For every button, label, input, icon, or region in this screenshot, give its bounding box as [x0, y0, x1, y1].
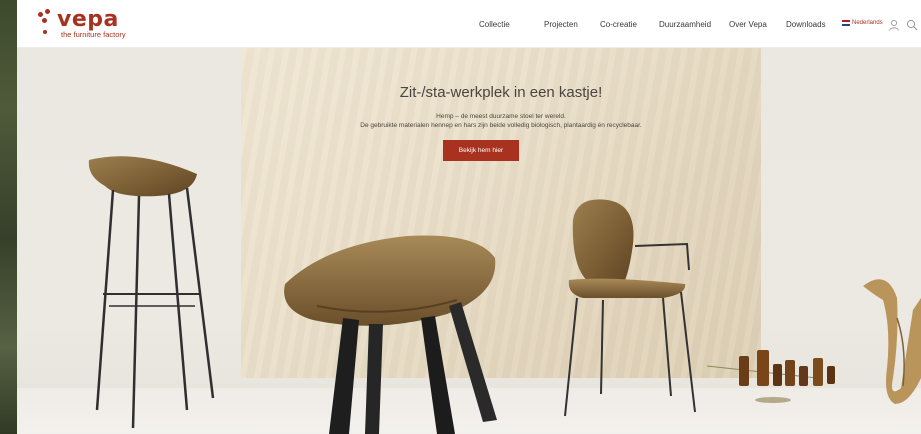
- hero-subtitle-line1: Hemp – de meest duurzame stoel ter werel…: [436, 113, 566, 120]
- netherlands-flag-icon: [842, 20, 850, 26]
- user-icon[interactable]: [888, 18, 900, 31]
- armchair-right: [564, 199, 696, 417]
- hero-furniture-photo: [88, 156, 921, 434]
- nav-item-projecten[interactable]: Projecten: [544, 20, 578, 29]
- nav-item-over-vepa[interactable]: Over Vepa: [729, 20, 767, 29]
- logo-dot: [45, 9, 50, 14]
- language-label: Nederlands: [852, 20, 883, 26]
- vepa-logo[interactable]: vepa the furniture factory: [36, 7, 146, 41]
- nav-item-co-creatie[interactable]: Co-creatie: [600, 20, 637, 29]
- nav-item-duurzaamheid[interactable]: Duurzaamheid: [659, 20, 711, 29]
- site-header: vepa the furniture factory Collectie Pro…: [17, 0, 921, 48]
- bar-stool-left: [88, 156, 215, 429]
- search-icon[interactable]: [906, 18, 918, 31]
- hero-subtitle-line2: De gebruikte materialen hennep en hars z…: [360, 122, 642, 129]
- logo-wordmark: vepa: [57, 7, 119, 32]
- logo-tagline: the furniture factory: [61, 30, 126, 39]
- hemp-stalk-sculpture: [863, 279, 921, 404]
- nav-item-downloads[interactable]: Downloads: [786, 20, 826, 29]
- logo-dot: [43, 30, 47, 34]
- view-product-button[interactable]: Bekijk hem hier: [443, 140, 519, 161]
- language-selector[interactable]: Nederlands: [842, 20, 883, 26]
- hero-banner: Zit-/sta-werkplek in een kastje! Hemp – …: [17, 48, 921, 434]
- hero-title: Zit-/sta-werkplek in een kastje!: [399, 84, 603, 101]
- decorative-bottles: [706, 350, 835, 403]
- logo-dot: [42, 18, 47, 23]
- stool-center: [284, 235, 497, 434]
- logo-dot: [38, 12, 43, 17]
- background-photo-edge: [0, 0, 17, 434]
- nav-item-collectie[interactable]: Collectie: [479, 20, 510, 29]
